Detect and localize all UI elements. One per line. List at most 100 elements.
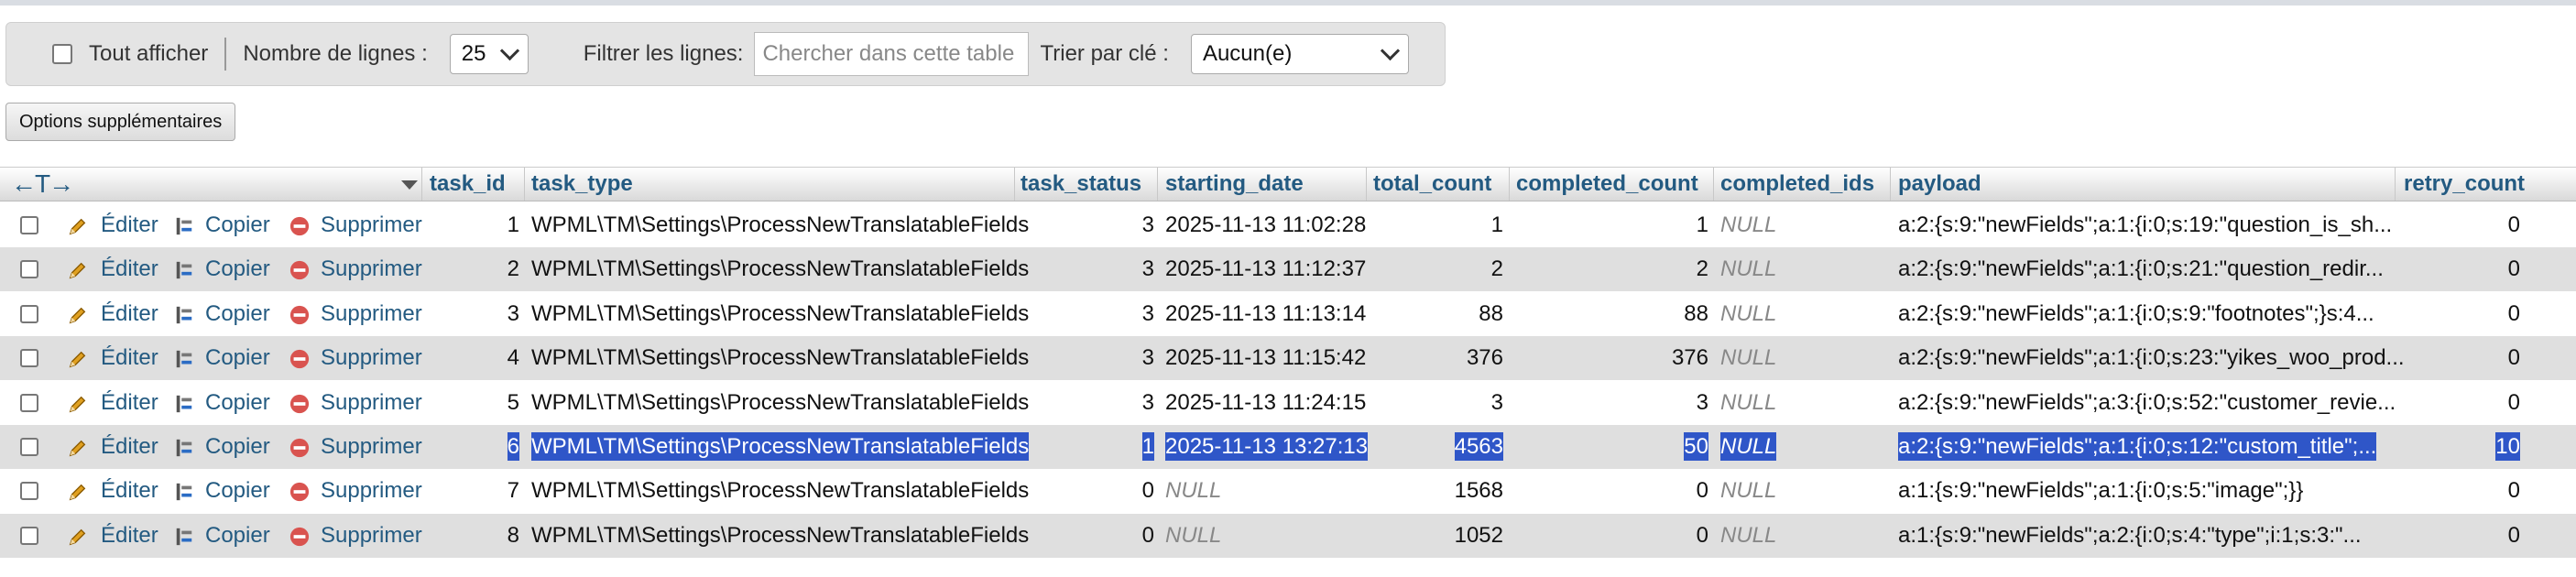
row-checkbox[interactable]	[20, 260, 38, 279]
cell-retry-count[interactable]: 0	[2404, 336, 2520, 380]
cell-payload[interactable]: a:1:{s:9:"newFields";a:1:{i:0;s:5:"image…	[1898, 469, 2303, 513]
cell-task-type[interactable]: WPML\TM\Settings\ProcessNewTranslatableF…	[531, 292, 1029, 336]
cell-total-count[interactable]: 376	[1373, 336, 1503, 380]
cell-task-status[interactable]: 3	[1021, 336, 1154, 380]
cell-task-id[interactable]: 1	[430, 203, 519, 247]
cell-task-type[interactable]: WPML\TM\Settings\ProcessNewTranslatableF…	[531, 514, 1029, 558]
cell-completed-ids[interactable]: NULL	[1720, 514, 1776, 558]
column-header-payload[interactable]: payload	[1898, 168, 1981, 201]
filter-rows-input[interactable]: Chercher dans cette table	[754, 32, 1030, 76]
cell-completed-ids[interactable]: NULL	[1720, 336, 1776, 380]
row-checkbox[interactable]	[20, 216, 38, 234]
cell-total-count[interactable]: 1568	[1373, 469, 1503, 513]
cell-retry-count[interactable]: 0	[2404, 469, 2520, 513]
sort-by-key-select[interactable]: Aucun(e)	[1190, 34, 1409, 74]
cell-task-id[interactable]: 7	[430, 469, 519, 513]
row-checkbox[interactable]	[20, 482, 38, 501]
show-all-checkbox[interactable]	[52, 44, 72, 64]
cell-retry-count[interactable]: 0	[2404, 514, 2520, 558]
cell-total-count[interactable]: 2	[1373, 247, 1503, 291]
cell-task-id[interactable]: 4	[430, 336, 519, 380]
cell-task-id[interactable]: 3	[430, 292, 519, 336]
cell-task-id[interactable]: 2	[430, 247, 519, 291]
cell-starting-date[interactable]: 2025-11-13 11:02:28	[1165, 203, 1366, 247]
cell-total-count[interactable]: 1052	[1373, 514, 1503, 558]
starting-date-value: 2025-11-13 11:15:42	[1165, 345, 1367, 371]
cell-task-status[interactable]: 3	[1021, 381, 1154, 425]
cell-total-count[interactable]: 3	[1373, 381, 1503, 425]
cell-completed-ids[interactable]: NULL	[1720, 203, 1776, 247]
cell-starting-date[interactable]: 2025-11-13 13:27:13	[1165, 425, 1369, 469]
cell-completed-ids[interactable]: NULL	[1720, 425, 1777, 469]
cell-task-status[interactable]: 3	[1021, 247, 1154, 291]
cell-total-count[interactable]: 4563	[1373, 425, 1503, 469]
cell-completed-ids[interactable]: NULL	[1720, 381, 1776, 425]
cell-task-id[interactable]: 5	[430, 381, 519, 425]
cell-retry-count[interactable]: 0	[2404, 292, 2520, 336]
cell-completed-ids[interactable]: NULL	[1720, 292, 1776, 336]
cell-starting-date[interactable]: 2025-11-13 11:13:14	[1165, 292, 1366, 336]
cell-retry-count[interactable]: 0	[2404, 381, 2520, 425]
cell-retry-count[interactable]: 0	[2404, 247, 2520, 291]
filter-rows-placeholder: Chercher dans cette table	[762, 41, 1015, 66]
cell-task-type[interactable]: WPML\TM\Settings\ProcessNewTranslatableF…	[531, 381, 1029, 425]
cell-completed-count[interactable]: 88	[1516, 292, 1708, 336]
cell-starting-date[interactable]: 2025-11-13 11:12:37	[1165, 247, 1366, 291]
column-header-task-id[interactable]: task_id	[430, 168, 506, 201]
cell-payload[interactable]: a:2:{s:9:"newFields";a:1:{i:0;s:23:"yike…	[1898, 336, 2405, 380]
column-header-completed-count[interactable]: completed_count	[1516, 168, 1698, 201]
task-type-value: WPML\TM\Settings\ProcessNewTranslatableF…	[531, 300, 1030, 326]
extra-options-button[interactable]: Options supplémentaires	[5, 103, 236, 141]
cell-payload[interactable]: a:1:{s:9:"newFields";a:2:{i:0;s:4:"type"…	[1898, 514, 2362, 558]
cell-completed-count[interactable]: 0	[1516, 469, 1708, 513]
cell-starting-date[interactable]: 2025-11-13 11:24:15	[1165, 381, 1366, 425]
column-header-task-status[interactable]: task_status	[1021, 168, 1141, 201]
cell-task-type[interactable]: WPML\TM\Settings\ProcessNewTranslatableF…	[531, 247, 1029, 291]
cell-task-status[interactable]: 3	[1021, 203, 1154, 247]
column-header-retry-count[interactable]: retry_count	[2404, 168, 2525, 201]
row-checkbox[interactable]	[20, 304, 38, 323]
cell-completed-count[interactable]: 1	[1516, 203, 1708, 247]
cell-task-id[interactable]: 8	[430, 514, 519, 558]
cell-task-status[interactable]: 3	[1021, 292, 1154, 336]
row-checkbox[interactable]	[20, 526, 38, 545]
cell-task-type[interactable]: WPML\TM\Settings\ProcessNewTranslatableF…	[531, 469, 1029, 513]
cell-payload[interactable]: a:2:{s:9:"newFields";a:3:{i:0;s:52:"cust…	[1898, 381, 2396, 425]
cell-task-type[interactable]: WPML\TM\Settings\ProcessNewTranslatableF…	[531, 203, 1029, 247]
cell-retry-count[interactable]: 0	[2404, 203, 2520, 247]
cell-completed-ids[interactable]: NULL	[1720, 469, 1776, 513]
cell-task-status[interactable]: 0	[1021, 514, 1154, 558]
sort-arrow-icon[interactable]	[401, 180, 418, 190]
column-header-starting-date[interactable]: starting_date	[1165, 168, 1304, 201]
cell-payload[interactable]: a:2:{s:9:"newFields";a:1:{i:0;s:9:"footn…	[1898, 292, 2374, 336]
cell-total-count[interactable]: 88	[1373, 292, 1503, 336]
cell-starting-date[interactable]: 2025-11-13 11:15:42	[1165, 336, 1366, 380]
rows-per-page-select[interactable]: 25	[449, 34, 529, 74]
row-checkbox[interactable]	[20, 393, 38, 412]
cell-task-status[interactable]: 0	[1021, 469, 1154, 513]
cell-payload[interactable]: a:2:{s:9:"newFields";a:1:{i:0;s:12:"cust…	[1898, 425, 2377, 469]
cell-completed-ids[interactable]: NULL	[1720, 247, 1776, 291]
column-header-task-type[interactable]: task_type	[531, 168, 633, 201]
cell-total-count[interactable]: 1	[1373, 203, 1503, 247]
cell-payload[interactable]: a:2:{s:9:"newFields";a:1:{i:0;s:21:"ques…	[1898, 247, 2384, 291]
cell-completed-count[interactable]: 0	[1516, 514, 1708, 558]
cell-payload[interactable]: a:2:{s:9:"newFields";a:1:{i:0;s:19:"ques…	[1898, 203, 2392, 247]
cell-completed-count[interactable]: 3	[1516, 381, 1708, 425]
delete-label: Supprimer	[321, 212, 422, 237]
row-checkbox[interactable]	[20, 349, 38, 368]
cell-task-id[interactable]: 6	[430, 425, 519, 469]
cell-completed-count[interactable]: 376	[1516, 336, 1708, 380]
column-nav-arrows[interactable]: ←T→	[11, 168, 74, 201]
cell-task-type[interactable]: WPML\TM\Settings\ProcessNewTranslatableF…	[531, 425, 1030, 469]
column-header-completed-ids[interactable]: completed_ids	[1720, 168, 1874, 201]
cell-starting-date[interactable]: NULL	[1165, 469, 1221, 513]
cell-retry-count[interactable]: 10	[2404, 425, 2520, 469]
cell-completed-count[interactable]: 2	[1516, 247, 1708, 291]
cell-completed-count[interactable]: 50	[1516, 425, 1708, 469]
cell-task-type[interactable]: WPML\TM\Settings\ProcessNewTranslatableF…	[531, 336, 1029, 380]
column-header-total-count[interactable]: total_count	[1373, 168, 1491, 201]
cell-task-status[interactable]: 1	[1021, 425, 1154, 469]
cell-starting-date[interactable]: NULL	[1165, 514, 1221, 558]
row-checkbox[interactable]	[20, 438, 38, 456]
